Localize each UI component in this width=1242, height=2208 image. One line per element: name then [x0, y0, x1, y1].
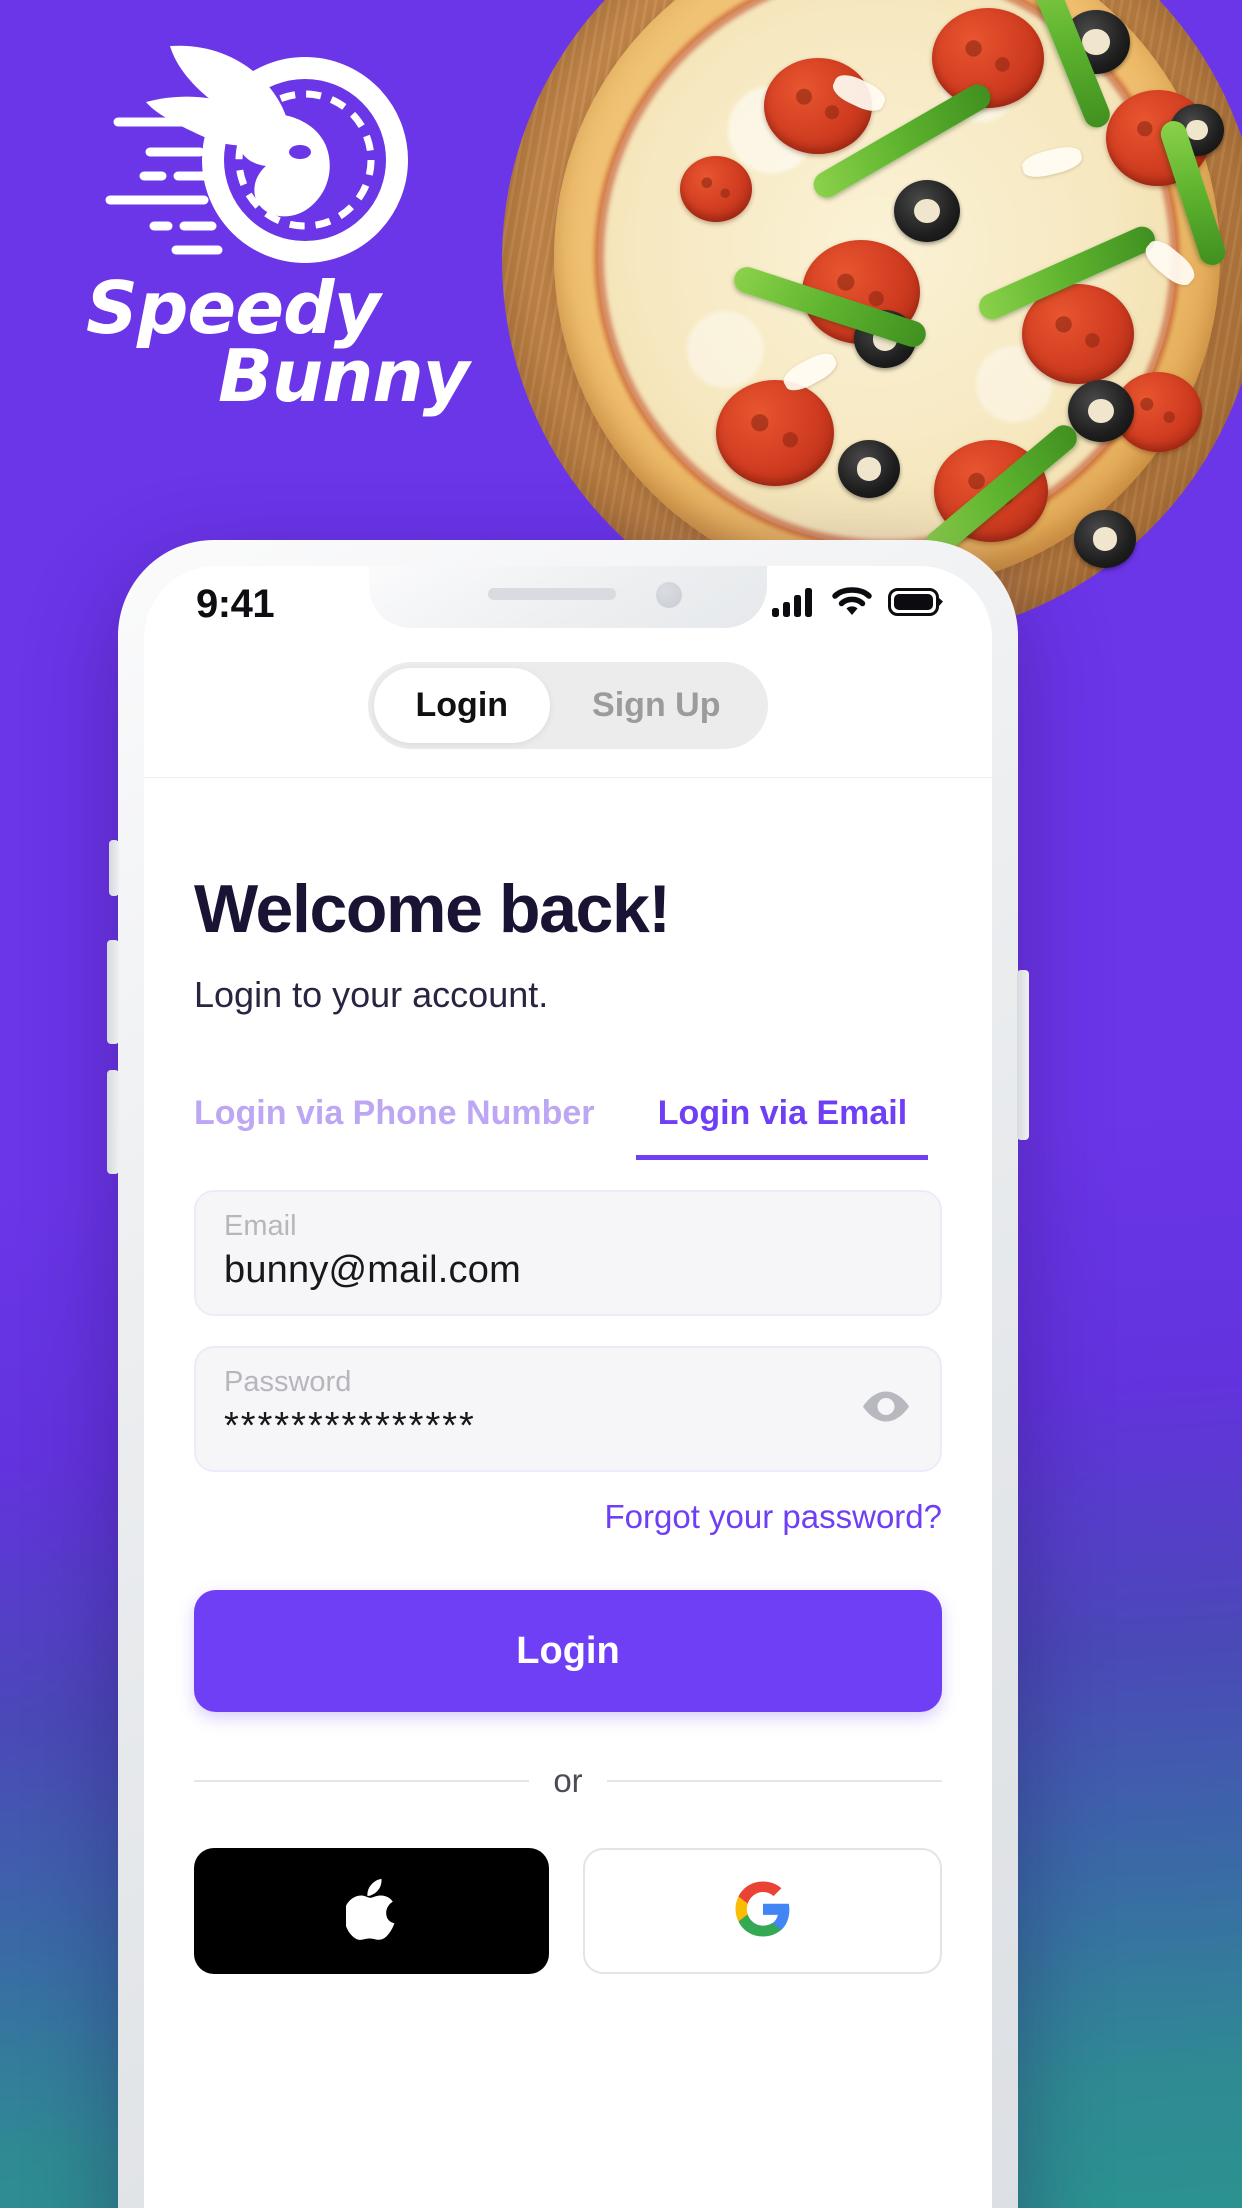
login-submit-button[interactable]: Login — [194, 1590, 942, 1712]
phone-screen: 9:41 Login Sign Up Welcome back! Login t… — [144, 566, 992, 2208]
tab-signup[interactable]: Sign Up — [550, 668, 762, 743]
brand-name-line2: Bunny — [218, 333, 470, 418]
brand-name: Speedy Bunny — [70, 266, 490, 418]
power-button[interactable] — [1017, 970, 1029, 1140]
volume-up-button[interactable] — [107, 940, 119, 1044]
olive — [1068, 380, 1134, 442]
divider-line-left — [194, 1780, 530, 1782]
divider-line-right — [606, 1780, 942, 1782]
page-title: Welcome back! — [194, 871, 671, 947]
segmented-control: Login Sign Up — [367, 662, 769, 749]
status-bar-clock: 9:41 — [196, 581, 275, 626]
login-form: Welcome back! Login to your account. Log… — [144, 870, 992, 1974]
forgot-password-link[interactable]: Forgot your password? — [194, 1498, 943, 1536]
password-field-label: Password — [224, 1366, 352, 1398]
password-field-value[interactable]: *************** — [224, 1405, 912, 1448]
brand-logo: Speedy Bunny — [70, 30, 490, 470]
google-icon — [733, 1879, 793, 1944]
pepperoni — [680, 156, 752, 222]
olive — [894, 180, 960, 242]
page-subtitle: Login to your account. — [194, 974, 549, 1015]
phone-mockup: 9:41 Login Sign Up Welcome back! Login t… — [107, 540, 1029, 2208]
apple-login-button[interactable] — [194, 1848, 549, 1974]
cellular-signal-icon — [772, 587, 816, 622]
mute-switch[interactable] — [109, 840, 119, 896]
social-login-row — [194, 1848, 942, 1974]
olive — [838, 440, 900, 498]
tab-login[interactable]: Login — [373, 668, 551, 743]
bunny-speed-logo-icon — [100, 30, 430, 290]
password-field[interactable]: Password *************** — [194, 1346, 942, 1472]
status-bar: 9:41 — [144, 566, 992, 632]
battery-full-icon — [888, 587, 944, 621]
auth-mode-switch: Login Sign Up — [144, 662, 992, 749]
olive — [1074, 510, 1136, 568]
apple-icon — [343, 1878, 398, 1945]
brand-name-line1: Speedy — [86, 266, 381, 350]
app-background: Speedy Bunny 9:41 Login Sign Up Welcome … — [0, 0, 1242, 2208]
email-field-value[interactable]: bunny@mail.com — [224, 1249, 912, 1292]
email-field-label: Email — [224, 1210, 297, 1242]
status-bar-icons — [772, 586, 944, 622]
tab-login-via-phone[interactable]: Login via Phone Number — [194, 1094, 594, 1160]
login-method-tabs: Login via Phone Number Login via Email — [194, 1094, 942, 1160]
or-divider: or — [194, 1762, 942, 1800]
divider-label: or — [553, 1762, 583, 1799]
pepperoni — [716, 380, 834, 486]
google-login-button[interactable] — [583, 1848, 942, 1974]
volume-down-button[interactable] — [107, 1070, 119, 1174]
tab-login-via-email[interactable]: Login via Email — [636, 1094, 929, 1160]
email-field[interactable]: Email bunny@mail.com — [194, 1190, 942, 1316]
wifi-icon — [832, 586, 872, 622]
eye-icon[interactable] — [860, 1388, 912, 1431]
header-divider — [144, 777, 992, 778]
